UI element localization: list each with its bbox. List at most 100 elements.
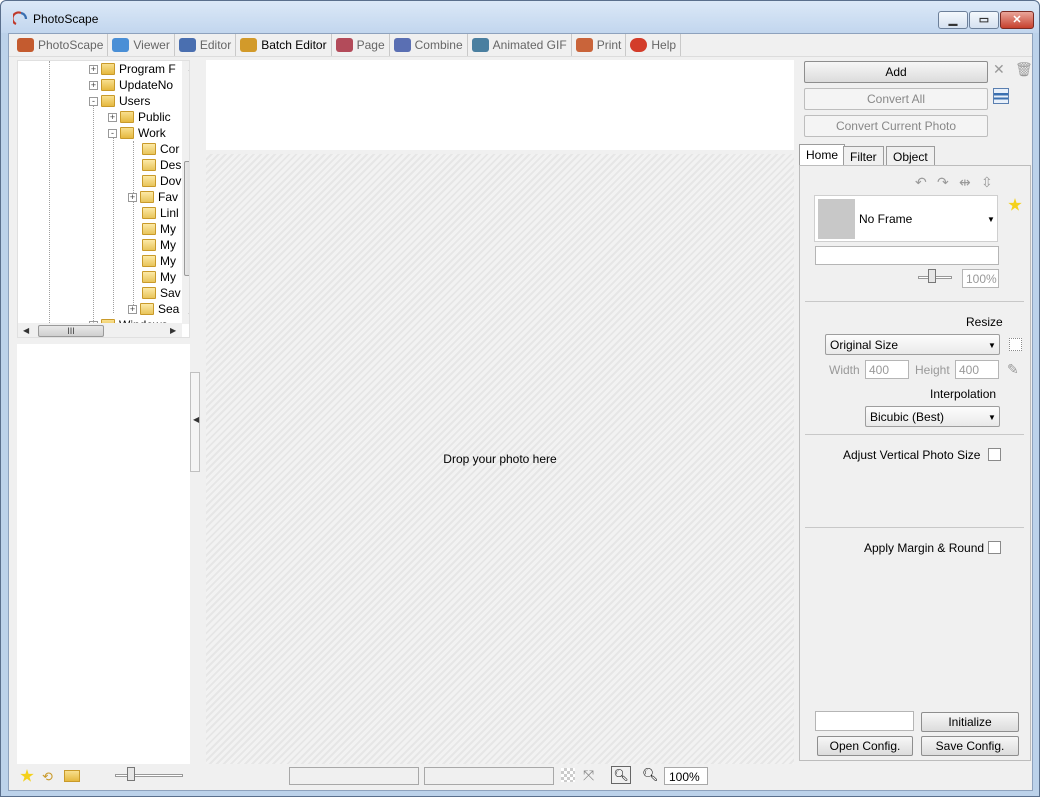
- tab-divider: [9, 56, 1032, 57]
- remove-icon[interactable]: ✕: [993, 61, 1005, 78]
- tree-vertical-scroll-thumb[interactable]: [184, 161, 189, 276]
- maximize-button[interactable]: ▭: [969, 11, 999, 29]
- folder-tree[interactable]: + Program F + UpdateNo - Users + Public …: [17, 60, 190, 338]
- chevron-down-icon: ▼: [988, 413, 996, 422]
- height-field[interactable]: 400: [955, 360, 999, 379]
- tree-item[interactable]: My: [142, 269, 176, 285]
- expand-icon[interactable]: +: [108, 112, 117, 122]
- scroll-right-icon[interactable]: ▶: [170, 326, 176, 335]
- tree-item[interactable]: Cor: [142, 141, 179, 157]
- tab-viewer[interactable]: Viewer: [108, 34, 175, 56]
- adjust-vertical-checkbox[interactable]: [988, 448, 1001, 461]
- config-name-field[interactable]: [815, 711, 914, 731]
- tree-item[interactable]: - Users: [89, 93, 150, 109]
- tab-editor[interactable]: Editor: [175, 34, 237, 56]
- width-field[interactable]: 400: [865, 360, 909, 379]
- rotate-right-icon[interactable]: ↷: [937, 174, 949, 191]
- window-title: PhotoScape: [33, 12, 99, 26]
- tree-item[interactable]: + Program F: [89, 61, 176, 77]
- flip-vertical-icon[interactable]: ⇳: [981, 174, 993, 191]
- frame-name-field[interactable]: [815, 246, 999, 265]
- add-button[interactable]: Add: [804, 61, 988, 83]
- tree-item[interactable]: My: [142, 221, 176, 237]
- tree-item[interactable]: - Work: [108, 125, 166, 141]
- expand-icon[interactable]: +: [89, 80, 98, 90]
- initialize-button[interactable]: Initialize: [921, 712, 1019, 732]
- tree-item[interactable]: My: [142, 253, 176, 269]
- actual-size-icon[interactable]: 🔍︎: [611, 766, 631, 784]
- resize-mode-select[interactable]: Original Size ▼: [825, 334, 1000, 355]
- open-config-button[interactable]: Open Config.: [817, 736, 913, 756]
- thumbnail-panel[interactable]: [17, 344, 190, 764]
- save-config-button[interactable]: Save Config.: [921, 736, 1019, 756]
- tab-page[interactable]: Page: [332, 34, 390, 56]
- tree-item[interactable]: Linl: [142, 205, 179, 221]
- frame-selector[interactable]: No Frame ▼: [814, 195, 998, 242]
- tab-combine[interactable]: Combine: [390, 34, 468, 56]
- tree-item[interactable]: + UpdateNo: [89, 77, 173, 93]
- collapse-left-icon[interactable]: ◀: [193, 415, 199, 424]
- resize-options-icon[interactable]: [1009, 338, 1022, 351]
- tab-animated-gif[interactable]: Animated GIF: [468, 34, 572, 56]
- tree-item[interactable]: My: [142, 237, 176, 253]
- scroll-left-icon[interactable]: ◀: [23, 326, 29, 335]
- expand-icon[interactable]: +: [89, 64, 98, 74]
- music-folder-icon: [142, 239, 156, 251]
- list-settings-icon[interactable]: [993, 88, 1009, 104]
- tree-item[interactable]: + Sea: [128, 301, 179, 317]
- frame-preview: [818, 199, 855, 239]
- pencil-icon[interactable]: ✎: [1007, 361, 1019, 378]
- expand-icon[interactable]: +: [128, 192, 137, 202]
- tab-object[interactable]: Object: [886, 146, 935, 167]
- tab-batch-editor[interactable]: Batch Editor: [236, 34, 332, 56]
- collapse-icon[interactable]: -: [89, 96, 98, 106]
- thumbnail-size-slider[interactable]: [115, 774, 183, 777]
- photo-drop-area[interactable]: Drop your photo here: [206, 154, 794, 764]
- rotate-left-icon[interactable]: ↶: [915, 174, 927, 191]
- tree-item[interactable]: Sav: [142, 285, 181, 301]
- tab-print[interactable]: Print: [572, 34, 627, 56]
- apply-margin-label: Apply Margin & Round: [864, 541, 985, 555]
- folder-open-icon[interactable]: [64, 770, 80, 782]
- tab-home[interactable]: Home: [799, 144, 846, 166]
- checkerboard-icon[interactable]: [561, 768, 575, 782]
- trash-icon[interactable]: 🗑︎: [1015, 61, 1033, 78]
- chevron-down-icon: ▼: [988, 341, 996, 350]
- flip-horizontal-icon[interactable]: ⇹: [959, 174, 971, 191]
- expand-icon[interactable]: +: [128, 304, 137, 314]
- tab-photoscape[interactable]: PhotoScape: [13, 34, 109, 56]
- apply-margin-checkbox[interactable]: [988, 541, 1001, 554]
- interpolation-select[interactable]: Bicubic (Best) ▼: [865, 406, 1000, 427]
- minimize-button[interactable]: ▁: [938, 11, 968, 29]
- tree-item[interactable]: + Public: [108, 109, 171, 125]
- zoom-icon[interactable]: 🔍︎: [642, 767, 659, 782]
- collapse-icon[interactable]: -: [108, 128, 117, 138]
- tree-item[interactable]: Dov: [142, 173, 181, 189]
- fit-screen-icon[interactable]: ⤧: [583, 767, 597, 783]
- tab-help[interactable]: Help: [626, 34, 682, 56]
- convert-all-button[interactable]: Convert All: [804, 88, 988, 110]
- tab-label: Help: [651, 38, 677, 52]
- pictures-folder-icon: [142, 255, 156, 267]
- thumbnail-size-slider-knob[interactable]: [127, 767, 135, 781]
- photo-list-strip[interactable]: [206, 60, 794, 150]
- editor-tab-icon: [178, 38, 196, 52]
- zoom-level: 100%: [664, 767, 708, 785]
- scroll-up-icon[interactable]: ▲: [187, 64, 189, 73]
- panel-splitter[interactable]: ◀: [190, 372, 200, 472]
- tree-item[interactable]: Des: [142, 157, 181, 173]
- convert-current-photo-button[interactable]: Convert Current Photo: [804, 115, 988, 137]
- close-button[interactable]: ✕: [1000, 11, 1034, 29]
- refresh-icon[interactable]: ⟲: [42, 769, 56, 784]
- folder-icon: [101, 95, 115, 107]
- tree-item[interactable]: + Fav: [128, 189, 178, 205]
- frame-opacity-field[interactable]: 100%: [962, 269, 999, 288]
- title-bar[interactable]: PhotoScape ▁ ▭ ✕: [1, 1, 1039, 33]
- tree-horizontal-scroll-thumb[interactable]: III: [38, 325, 104, 337]
- frame-opacity-slider-knob[interactable]: [928, 269, 936, 283]
- tab-label: Page: [356, 38, 385, 52]
- scroll-down-icon[interactable]: ▼: [187, 311, 189, 320]
- tab-filter[interactable]: Filter: [843, 146, 884, 167]
- status-field-1: [289, 767, 419, 785]
- favorite-star-icon[interactable]: [20, 769, 34, 782]
